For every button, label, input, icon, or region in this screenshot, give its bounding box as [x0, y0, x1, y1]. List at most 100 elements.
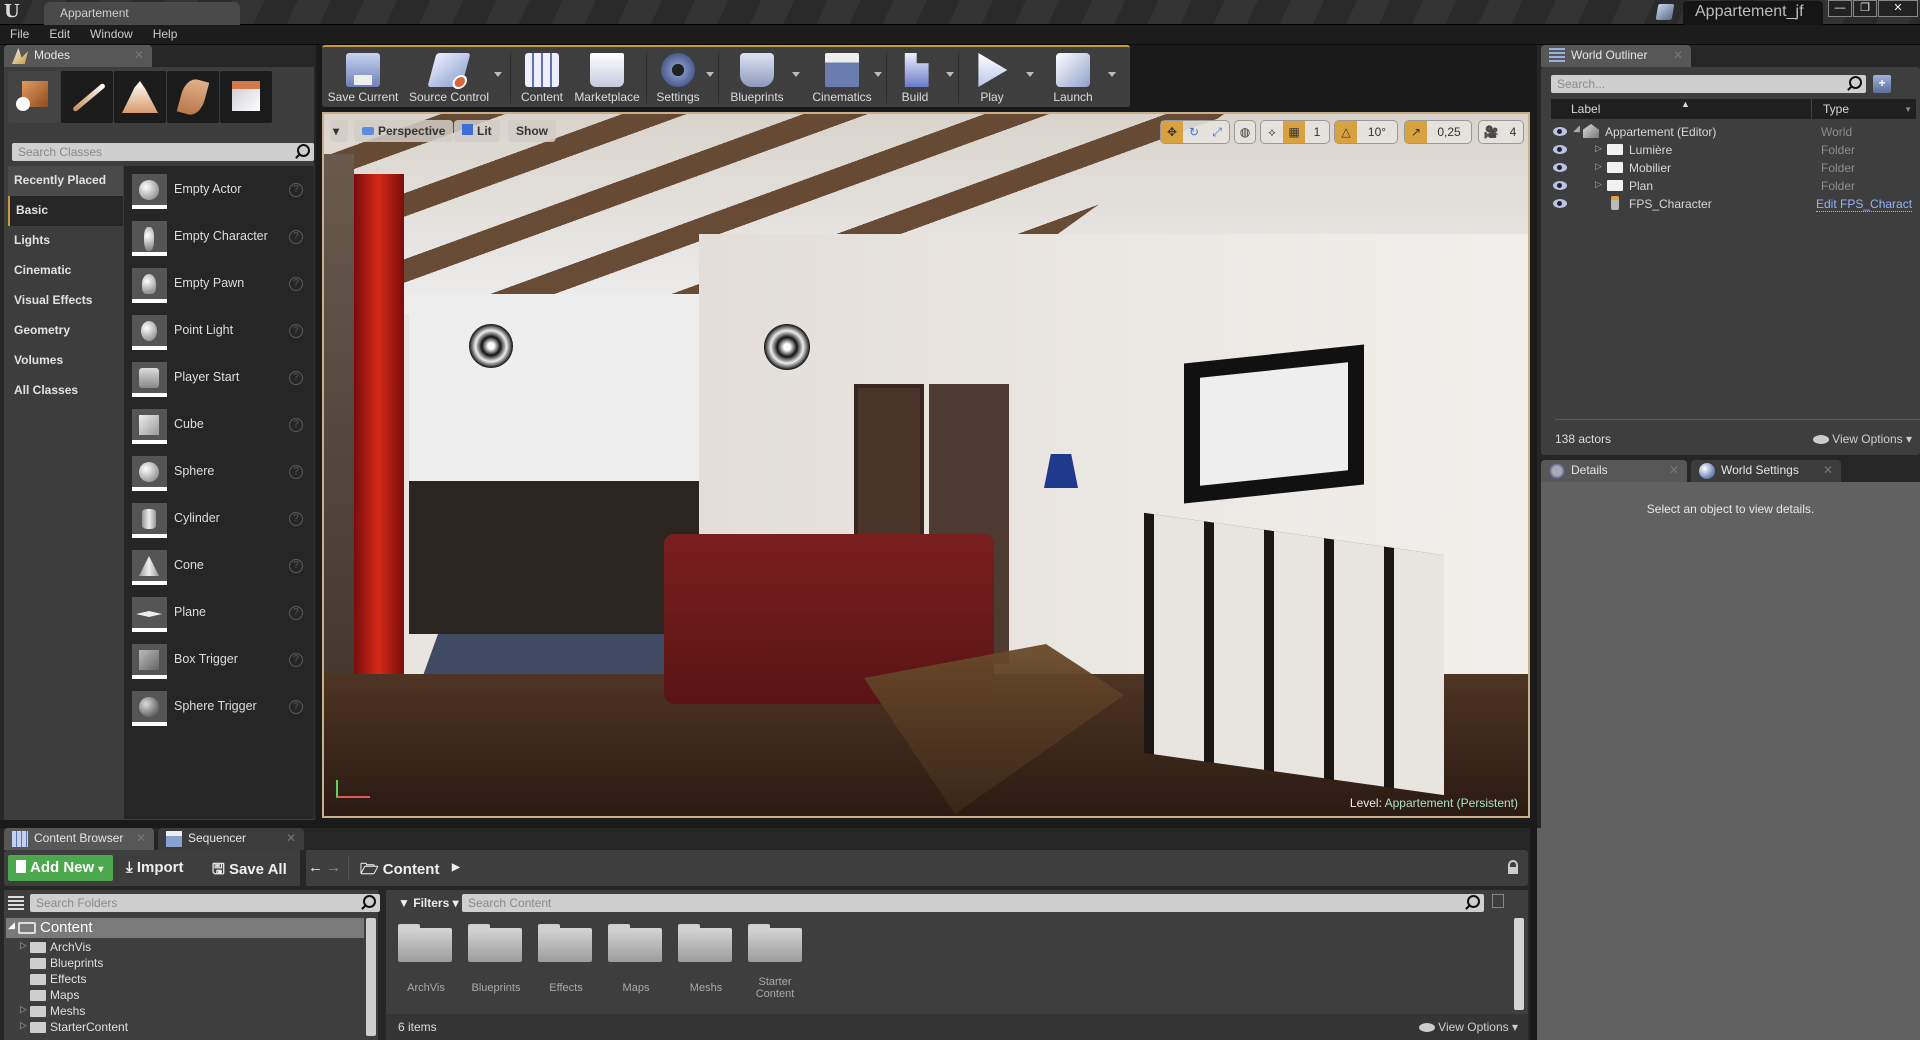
blueprints-dropdown[interactable] — [792, 72, 800, 77]
path-content-button[interactable]: 🗁 Content — [360, 859, 439, 884]
collapsed-arrow-icon[interactable]: ▷ — [1595, 179, 1602, 190]
blueprints-button[interactable]: Blueprints — [722, 47, 792, 109]
scale-snap-value[interactable]: 0,25 — [1427, 121, 1471, 143]
class-item-player-start[interactable]: Player Start? — [124, 354, 313, 401]
outliner-row[interactable]: FPS_Character Edit FPS_Charact — [1551, 195, 1916, 213]
close-icon[interactable]: ✕ — [1669, 463, 1679, 477]
unlock-icon[interactable] — [1508, 860, 1518, 874]
collapsed-arrow-icon[interactable]: ▷ — [20, 1020, 27, 1031]
class-item-empty-actor[interactable]: Empty Actor? — [124, 166, 313, 213]
asset-folder-archvis[interactable]: ArchVis — [398, 924, 454, 994]
settings-button[interactable]: Settings — [650, 47, 706, 109]
outliner-row[interactable]: ▷ Mobilier Folder — [1551, 159, 1916, 177]
import-button[interactable]: ⤓ Import — [126, 859, 183, 876]
tab-world-outliner[interactable]: World Outliner ✕ — [1541, 45, 1691, 67]
cinematics-button[interactable]: Cinematics — [804, 47, 880, 109]
build-button[interactable]: Build — [890, 47, 940, 109]
tree-row-content[interactable]: ◢ Content — [6, 918, 364, 938]
asset-folder-blueprints[interactable]: Blueprints — [468, 924, 524, 994]
filters-button[interactable]: ▼ Filters ▾ — [398, 896, 459, 910]
help-icon[interactable]: ? — [289, 700, 303, 714]
source-control-dropdown[interactable] — [494, 72, 502, 77]
launch-dropdown[interactable] — [1108, 72, 1116, 77]
class-item-cylinder[interactable]: Cylinder? — [124, 495, 313, 542]
asset-folder-effects[interactable]: Effects — [538, 924, 594, 994]
help-icon[interactable]: ? — [289, 418, 303, 432]
close-icon[interactable]: ✕ — [1823, 463, 1833, 477]
rotation-snap-value[interactable]: 10° — [1357, 121, 1397, 143]
play-button[interactable]: Play — [962, 47, 1022, 109]
perspective-button[interactable]: Perspective — [354, 120, 454, 142]
search-content-input[interactable]: Search Content — [462, 894, 1484, 912]
close-icon[interactable]: ✕ — [286, 831, 296, 845]
outliner-row[interactable]: ◢ Appartement (Editor) World — [1551, 123, 1916, 141]
lit-button[interactable]: Lit — [454, 120, 500, 142]
tab-world-settings[interactable]: World Settings ✕ — [1691, 460, 1841, 482]
help-icon[interactable]: ? — [289, 183, 303, 197]
translate-tool-icon[interactable]: ✥ — [1161, 121, 1183, 143]
help-icon[interactable]: ? — [289, 512, 303, 526]
visibility-eye-icon[interactable] — [1553, 127, 1567, 136]
class-item-empty-character[interactable]: Empty Character? — [124, 213, 313, 260]
place-mode-button[interactable] — [8, 71, 60, 123]
help-icon[interactable]: ? — [289, 230, 303, 244]
camera-speed-group[interactable]: 🎥 4 — [1478, 120, 1524, 144]
close-button[interactable]: ✕ — [1878, 0, 1918, 17]
visibility-eye-icon[interactable] — [1553, 181, 1567, 190]
category-volumes[interactable]: Volumes — [8, 346, 123, 376]
level-viewport[interactable]: ▾ Perspective Lit Show ✥ ↻ ⤢ ◍ ⟡ ▦ 1 △ 1… — [322, 112, 1530, 818]
category-all-classes[interactable]: All Classes — [8, 376, 123, 406]
source-control-button[interactable]: Source Control — [404, 47, 494, 109]
add-new-button[interactable]: Add New ▾ — [8, 855, 113, 881]
menu-file[interactable]: File — [0, 25, 39, 43]
category-cinematic[interactable]: Cinematic — [8, 256, 123, 286]
forward-button[interactable]: → — [326, 859, 341, 876]
restore-button[interactable]: ❐ — [1853, 0, 1877, 17]
save-all-button[interactable]: 🖫 Save All — [212, 859, 287, 884]
help-icon[interactable]: ? — [289, 465, 303, 479]
cinematics-dropdown[interactable] — [874, 72, 882, 77]
visibility-eye-icon[interactable] — [1553, 145, 1567, 154]
paint-mode-button[interactable] — [61, 71, 113, 123]
grid-snap-value[interactable]: 1 — [1305, 121, 1329, 143]
category-geometry[interactable]: Geometry — [8, 316, 123, 346]
collapsed-arrow-icon[interactable]: ▷ — [20, 1004, 27, 1015]
column-type-header[interactable]: Type — [1823, 102, 1849, 116]
asset-folder-maps[interactable]: Maps — [608, 924, 664, 994]
class-item-sphere-trigger[interactable]: Sphere Trigger? — [124, 683, 313, 730]
category-basic[interactable]: Basic — [8, 196, 123, 226]
rotation-snap-icon[interactable]: △ — [1335, 121, 1357, 143]
category-recently-placed[interactable]: Recently Placed — [8, 166, 123, 196]
viewport-options-button[interactable]: ▾ — [330, 120, 348, 142]
foliage-mode-button[interactable] — [167, 71, 219, 123]
content-view-options-button[interactable]: View Options ▾ — [1419, 1020, 1518, 1034]
category-lights[interactable]: Lights — [8, 226, 123, 256]
outliner-row[interactable]: ▷ Lumière Folder — [1551, 141, 1916, 159]
class-item-empty-pawn[interactable]: Empty Pawn? — [124, 260, 313, 307]
visibility-eye-icon[interactable] — [1553, 199, 1567, 208]
help-icon[interactable]: ? — [289, 653, 303, 667]
outliner-row[interactable]: ▷ Plan Folder — [1551, 177, 1916, 195]
create-folder-button[interactable]: + — [1873, 75, 1891, 93]
build-dropdown[interactable] — [946, 72, 954, 77]
marketplace-button[interactable]: Marketplace — [572, 47, 642, 109]
save-search-icon[interactable] — [1492, 894, 1504, 908]
asset-folder-meshs[interactable]: Meshs — [678, 924, 734, 994]
content-button[interactable]: Content — [514, 47, 570, 109]
expanded-arrow-icon[interactable]: ◢ — [8, 920, 15, 931]
world-local-toggle[interactable]: ◍ — [1234, 120, 1256, 144]
launch-button[interactable]: Launch — [1038, 47, 1108, 109]
class-item-point-light[interactable]: Point Light? — [124, 307, 313, 354]
scale-snap-icon[interactable]: ↗ — [1405, 121, 1427, 143]
menu-window[interactable]: Window — [80, 25, 143, 43]
menu-help[interactable]: Help — [143, 25, 188, 43]
settings-dropdown[interactable] — [706, 72, 714, 77]
class-item-cone[interactable]: Cone? — [124, 542, 313, 589]
asset-folder-starter-content[interactable]: Starter Content — [748, 924, 804, 1000]
search-folders-input[interactable]: Search Folders — [30, 894, 380, 912]
tab-modes[interactable]: Modes ✕ — [4, 45, 152, 67]
help-icon[interactable]: ? — [289, 606, 303, 620]
close-icon[interactable]: ✕ — [134, 48, 144, 62]
help-icon[interactable]: ? — [289, 324, 303, 338]
search-classes-input[interactable]: Search Classes — [12, 143, 314, 161]
